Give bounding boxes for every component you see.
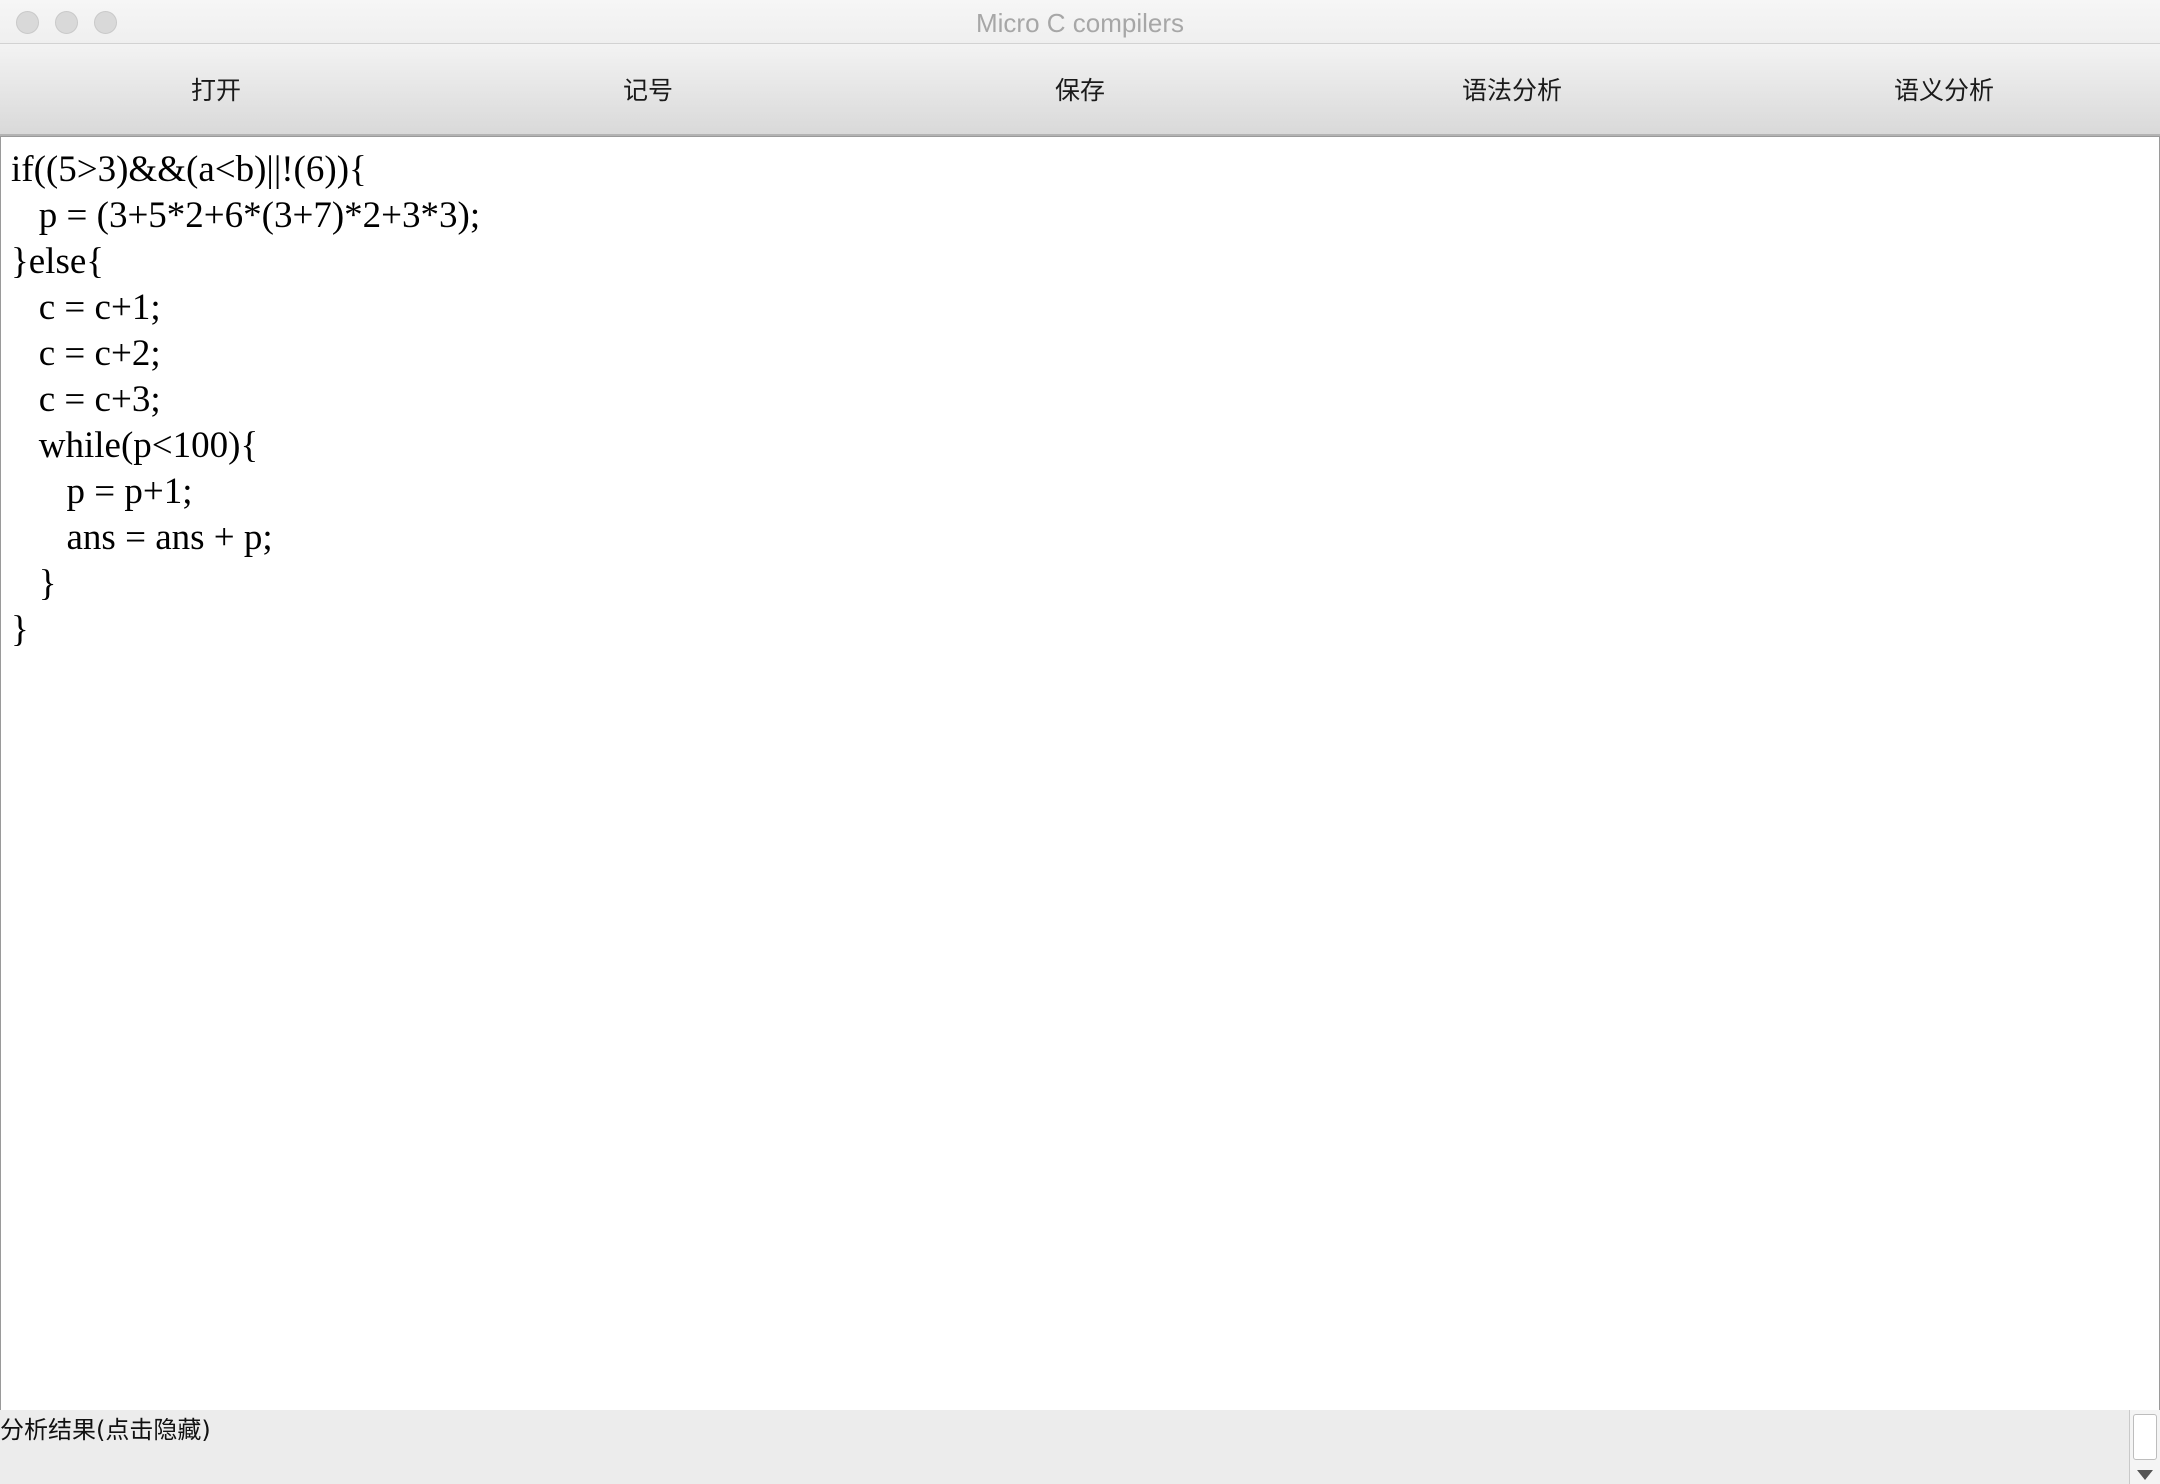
result-toggle-label[interactable]: 分析结果(点击隐藏) — [0, 1410, 211, 1450]
open-button[interactable]: 打开 — [0, 44, 432, 134]
code-text[interactable]: if((5>3)&&(a<b)||!(6)){ p = (3+5*2+6*(3+… — [1, 137, 2159, 653]
title-bar: Micro C compilers — [0, 0, 2160, 44]
token-button[interactable]: 记号 — [432, 44, 864, 134]
scroll-down-arrow-icon[interactable] — [2137, 1470, 2153, 1480]
code-editor[interactable]: if((5>3)&&(a<b)||!(6)){ p = (3+5*2+6*(3+… — [0, 136, 2160, 1412]
result-scrollbar[interactable] — [2129, 1410, 2160, 1484]
result-output[interactable] — [0, 1446, 2128, 1484]
toolbar: 打开 记号 保存 语法分析 语义分析 — [0, 44, 2160, 136]
result-panel: 分析结果(点击隐藏) — [0, 1410, 2160, 1484]
syntax-analysis-button[interactable]: 语法分析 — [1296, 44, 1728, 134]
window-title: Micro C compilers — [975, 8, 1185, 38]
semantic-analysis-button[interactable]: 语义分析 — [1728, 44, 2160, 134]
save-button[interactable]: 保存 — [864, 44, 1296, 134]
scrollbar-thumb[interactable] — [2133, 1414, 2157, 1460]
app-window: Micro C compilers 打开 记号 保存 语法分析 语义分析 if(… — [0, 0, 2160, 1484]
